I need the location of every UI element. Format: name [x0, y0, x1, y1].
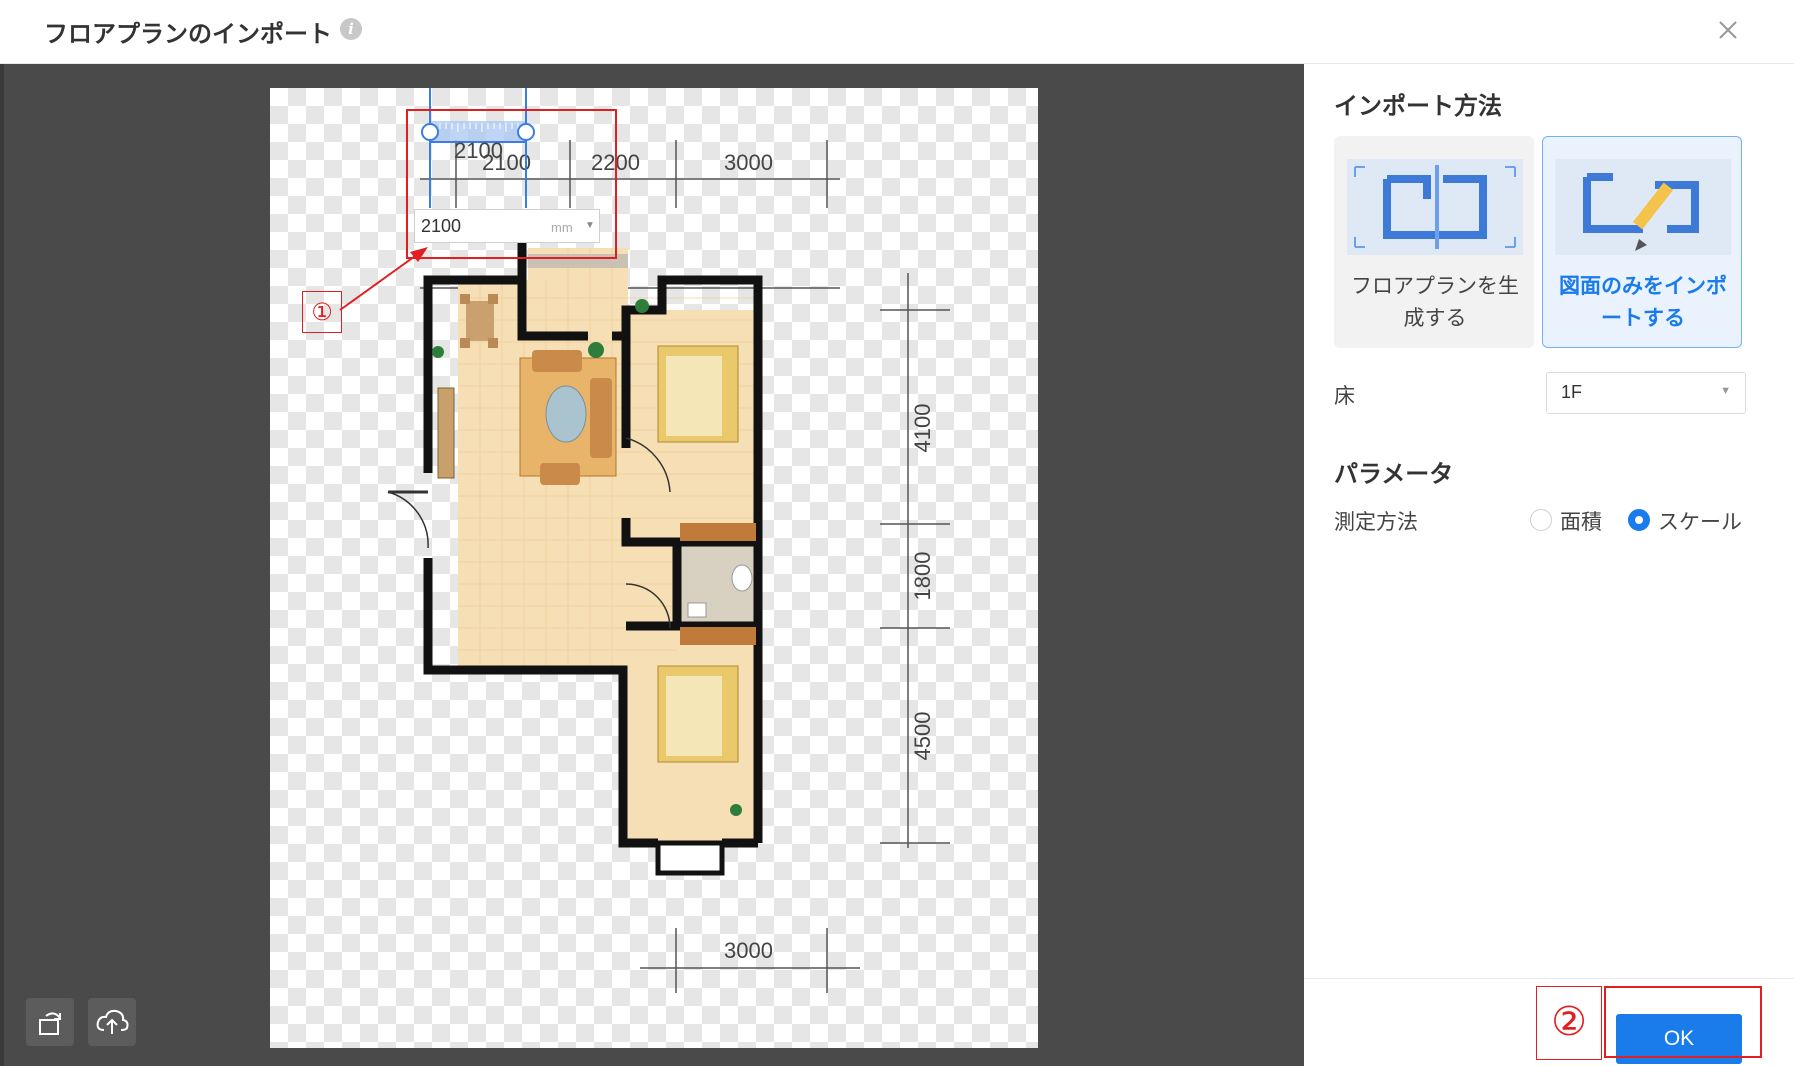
- canvas-area[interactable]: 2100 2200 3000 3000 4100 1800 4500 2100: [4, 64, 1304, 1066]
- rotate-button[interactable]: [26, 998, 74, 1046]
- floorplan-image[interactable]: 2100 2200 3000 3000 4100 1800 4500 2100: [270, 88, 1038, 1048]
- import-method-title: インポート方法: [1334, 93, 1502, 120]
- annotation-arrow: [339, 247, 428, 311]
- dim-right-2: 1800: [910, 552, 935, 601]
- card-import-line1: 図面のみをインポ: [1559, 275, 1727, 298]
- measure-method-label: 測定方法: [1334, 511, 1418, 534]
- close-icon: [1719, 21, 1737, 39]
- info-icon[interactable]: i: [340, 18, 362, 40]
- dim-top-3: 3000: [724, 150, 773, 175]
- chevron-down-icon: ▼: [1720, 385, 1731, 397]
- floor-select[interactable]: 1F ▼: [1546, 372, 1746, 414]
- annotation-box-1: [406, 109, 617, 259]
- card-generate-line2: 成する: [1403, 307, 1467, 330]
- radio-area-label: 面積: [1560, 511, 1602, 534]
- dim-bottom: 3000: [724, 938, 773, 963]
- radio-area-indicator: [1530, 509, 1552, 531]
- footer-divider: [1304, 978, 1794, 979]
- upload-icon: [96, 1009, 129, 1034]
- floorplan-drawing: 2100 2200 3000 3000 4100 1800 4500 2100: [387, 88, 950, 993]
- annotation-marker-2: ②: [1536, 986, 1602, 1060]
- card-import-line2: ートする: [1601, 307, 1685, 330]
- upload-button[interactable]: [88, 998, 136, 1046]
- drawing-import-icon: [1555, 159, 1731, 255]
- settings-panel: インポート方法 フロアプランを生 成する 図面のみをインポ ートする 床 1F …: [1304, 64, 1794, 1066]
- card-generate-line1: フロアプランを生: [1351, 275, 1519, 298]
- radio-scale-label: スケール: [1658, 511, 1742, 534]
- parameters-title: パラメータ: [1334, 461, 1454, 488]
- dim-right-1: 4100: [910, 404, 935, 453]
- annotation-box-2: [1604, 986, 1762, 1058]
- import-drawing-only-card[interactable]: 図面のみをインポ ートする: [1542, 136, 1742, 348]
- dialog-title: フロアプランのインポート: [44, 21, 332, 48]
- floorplan-generate-icon: [1347, 159, 1523, 255]
- floor-select-value: 1F: [1561, 382, 1583, 402]
- radio-scale-indicator: [1628, 509, 1650, 531]
- dim-right-3: 4500: [910, 712, 935, 761]
- close-button[interactable]: [1708, 10, 1748, 50]
- generate-floorplan-card[interactable]: フロアプランを生 成する: [1334, 136, 1534, 348]
- rotate-icon: [39, 1012, 61, 1035]
- dialog-header: フロアプランのインポート i: [0, 0, 1794, 64]
- floor-label: 床: [1334, 385, 1355, 408]
